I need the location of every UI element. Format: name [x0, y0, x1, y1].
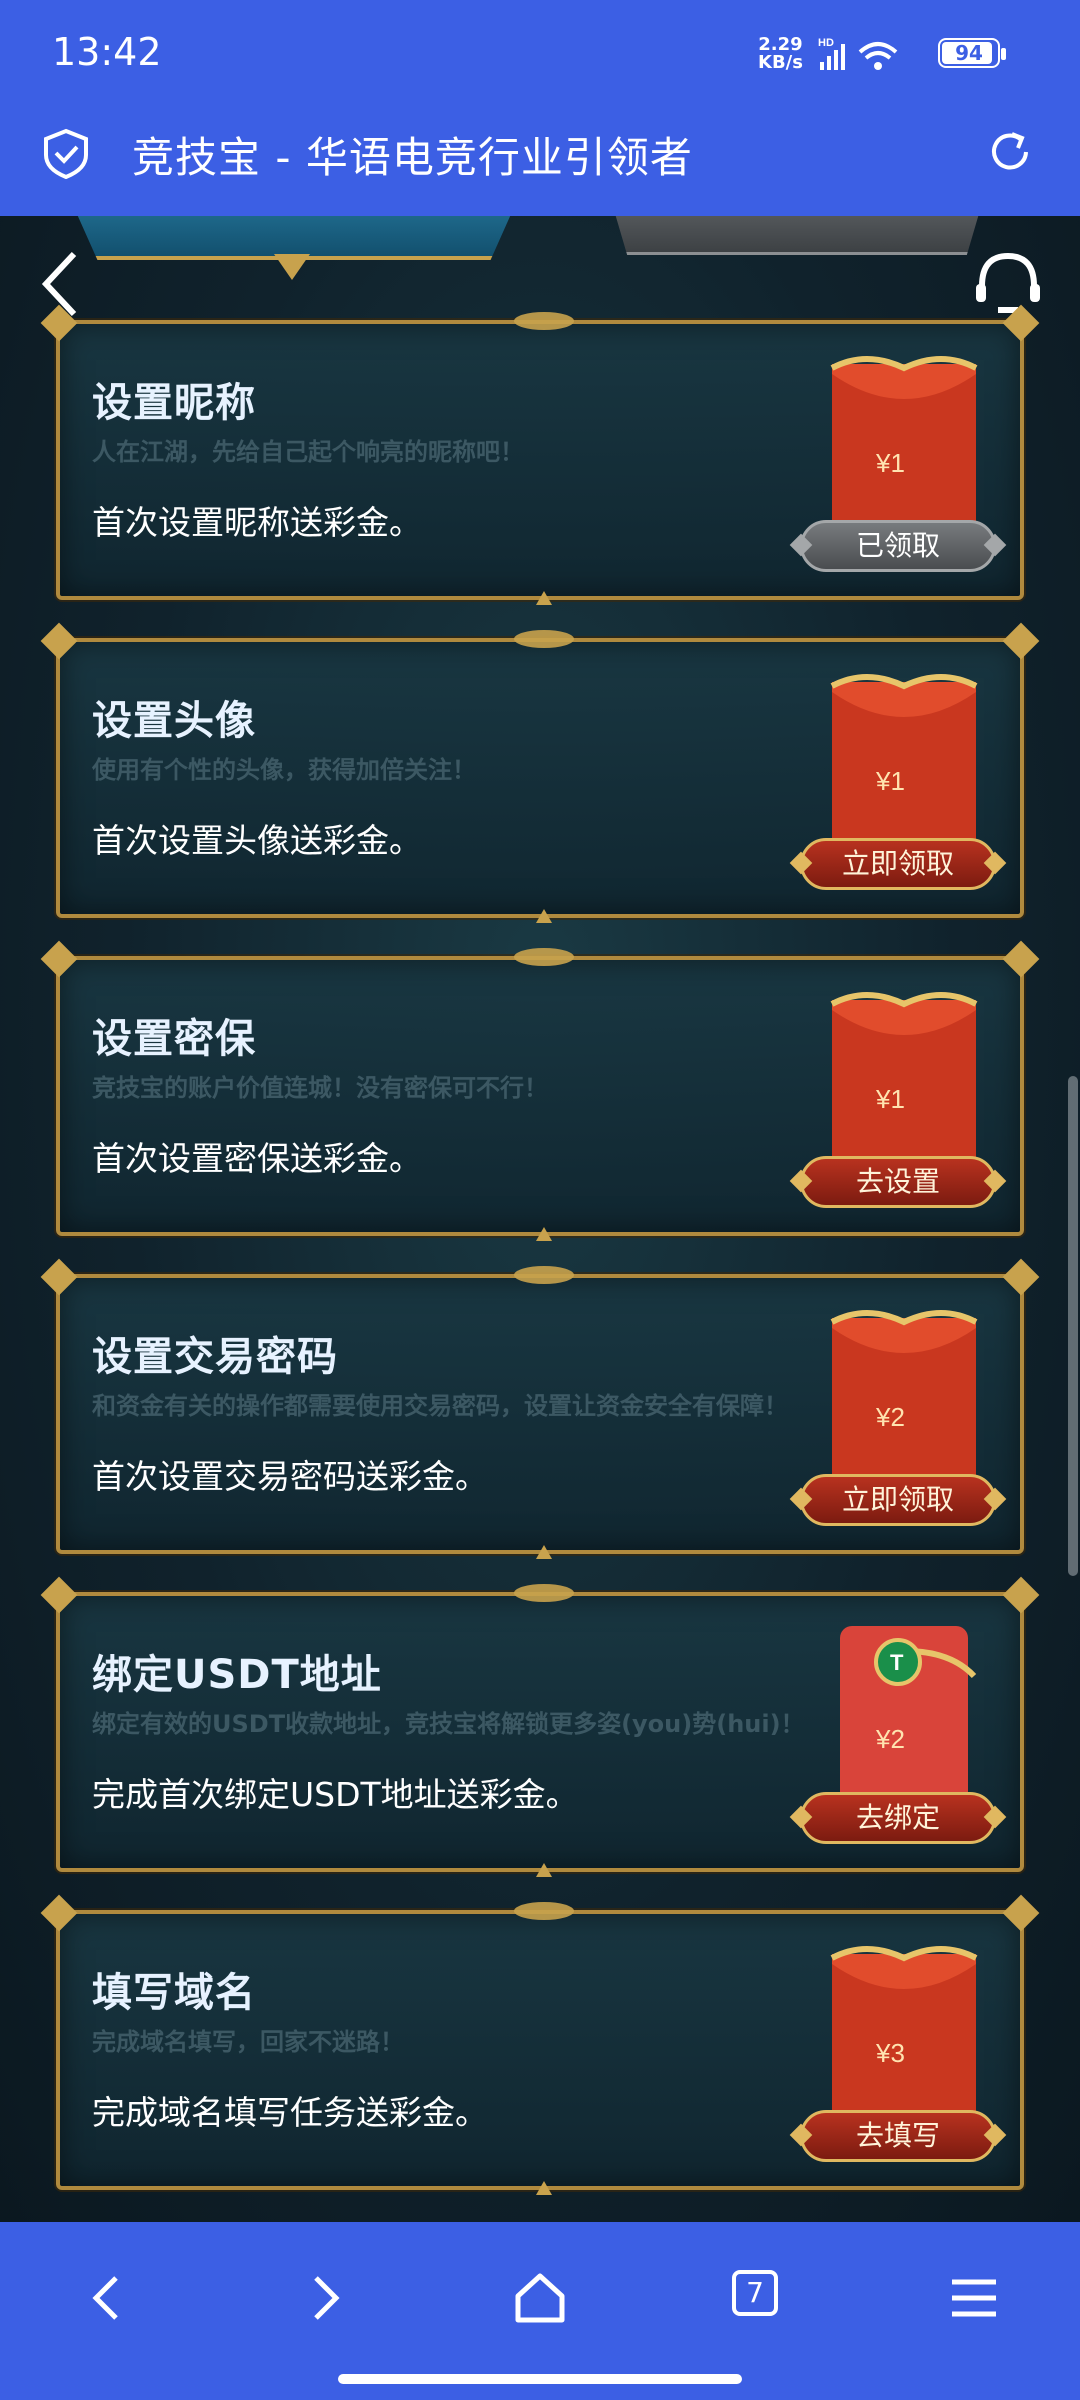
- reward-amount: ¥3: [875, 2038, 905, 2068]
- task-description: 完成域名填写任务送彩金。: [92, 2093, 488, 2132]
- task-description: 首次设置密保送彩金。: [92, 1139, 422, 1178]
- home-icon[interactable]: [508, 2266, 572, 2330]
- usdt-envelope-icon: T ¥2: [840, 1626, 977, 1806]
- status-time: 13:42: [52, 30, 162, 74]
- task-subtitle: 竞技宝的账户价值连城！没有密保可不行！: [92, 1074, 548, 1102]
- browser-header: 竞技宝 - 华语电竞行业引领者: [0, 110, 1080, 216]
- task-card: 设置头像 使用有个性的头像，获得加倍关注！ 首次设置头像送彩金。 ¥1 立即领取: [40, 622, 1040, 923]
- reward-amount: ¥1: [875, 1084, 905, 1114]
- task-page: 设置昵称 人在江湖，先给自己起个响亮的昵称吧！ 首次设置昵称送彩金。 ¥1 已领…: [0, 216, 1080, 2222]
- status-bar: 13:42 2.29 KB/s HD 94: [0, 0, 1080, 110]
- task-subtitle: 和资金有关的操作都需要使用交易密码，设置让资金安全有保障！: [92, 1392, 788, 1420]
- task-name: 填写域名: [92, 1970, 256, 2016]
- task-description: 首次设置昵称送彩金。: [92, 503, 422, 542]
- task-card: 绑定USDT地址 绑定有效的USDT收款地址，竞技宝将解锁更多姿(you)势(h…: [40, 1576, 1040, 1877]
- task-card: 设置昵称 人在江湖，先给自己起个响亮的昵称吧！ 首次设置昵称送彩金。 ¥1 已领…: [40, 304, 1040, 605]
- red-envelope-icon: ¥1: [830, 674, 978, 852]
- red-envelope-icon: ¥2: [830, 1310, 978, 1488]
- task-description: 完成首次绑定USDT地址送彩金。: [92, 1775, 579, 1814]
- task-subtitle: 使用有个性的头像，获得加倍关注！: [92, 756, 476, 784]
- scrollbar[interactable]: [1068, 1076, 1078, 1576]
- net-speed-unit: KB/s: [758, 52, 803, 73]
- svg-text:T: T: [890, 1650, 904, 1675]
- shield-check-icon[interactable]: [40, 127, 92, 179]
- gesture-home-bar[interactable]: [338, 2374, 742, 2384]
- task-card: 填写域名 完成域名填写，回家不迷路！ 完成域名填写任务送彩金。 ¥3 去填写: [40, 1894, 1040, 2195]
- task-subtitle: 完成域名填写，回家不迷路！: [92, 2028, 404, 2056]
- back-arrow-icon[interactable]: [76, 2266, 140, 2330]
- red-envelope-icon: ¥1: [830, 992, 978, 1170]
- task-name: 设置密保: [92, 1016, 256, 1062]
- reward-amount: ¥1: [875, 766, 905, 796]
- claim-now-button[interactable]: 立即领取: [800, 1474, 996, 1526]
- tab-other-tasks[interactable]: [604, 216, 990, 255]
- task-subtitle: 绑定有效的USDT收款地址，竞技宝将解锁更多姿(you)势(hui)！: [92, 1710, 805, 1738]
- tab-daily-tasks[interactable]: [60, 216, 528, 260]
- task-description: 首次设置头像送彩金。: [92, 821, 422, 860]
- reward-amount: ¥2: [875, 1724, 905, 1754]
- go-fill-button[interactable]: 去填写: [800, 2110, 996, 2162]
- tab-gem-ornament: [274, 254, 310, 280]
- task-name: 设置昵称: [92, 380, 256, 426]
- headset-icon[interactable]: [968, 246, 1048, 322]
- refresh-icon[interactable]: [982, 124, 1038, 180]
- browser-bottom-nav: 7: [0, 2222, 1080, 2400]
- task-name: 设置交易密码: [92, 1334, 338, 1380]
- task-card: 设置交易密码 和资金有关的操作都需要使用交易密码，设置让资金安全有保障！ 首次设…: [40, 1258, 1040, 1559]
- tabs-icon[interactable]: 7: [732, 2270, 778, 2316]
- battery-indicator: 94: [938, 38, 1006, 68]
- reward-amount: ¥2: [875, 1402, 905, 1432]
- task-description: 首次设置交易密码送彩金。: [92, 1457, 488, 1496]
- forward-arrow-icon[interactable]: [292, 2266, 356, 2330]
- task-subtitle: 人在江湖，先给自己起个响亮的昵称吧！: [92, 438, 524, 466]
- net-speed: 2.29 KB/s: [758, 36, 803, 72]
- menu-icon[interactable]: [942, 2266, 1006, 2330]
- go-bind-button[interactable]: 去绑定: [800, 1792, 996, 1844]
- red-envelope-icon: ¥1: [830, 356, 978, 534]
- battery-level: 94: [955, 41, 983, 65]
- reward-amount: ¥1: [875, 448, 905, 478]
- page-title: 竞技宝 - 华语电竞行业引领者: [132, 133, 693, 182]
- task-name: 绑定USDT地址: [92, 1652, 382, 1698]
- browser-top-bar: 13:42 2.29 KB/s HD 94 竞技宝 - 华语电竞行业引领者: [0, 0, 1080, 216]
- signal-wifi-icon: HD: [818, 37, 898, 70]
- red-envelope-icon: ¥3: [830, 1946, 978, 2124]
- task-name: 设置头像: [92, 698, 256, 744]
- go-set-button[interactable]: 去设置: [800, 1156, 996, 1208]
- network-type-label: HD: [818, 37, 834, 49]
- claim-now-button[interactable]: 立即领取: [800, 838, 996, 890]
- task-card: 设置密保 竞技宝的账户价值连城！没有密保可不行！ 首次设置密保送彩金。 ¥1 去…: [40, 940, 1040, 1241]
- claimed-button[interactable]: 已领取: [800, 520, 996, 572]
